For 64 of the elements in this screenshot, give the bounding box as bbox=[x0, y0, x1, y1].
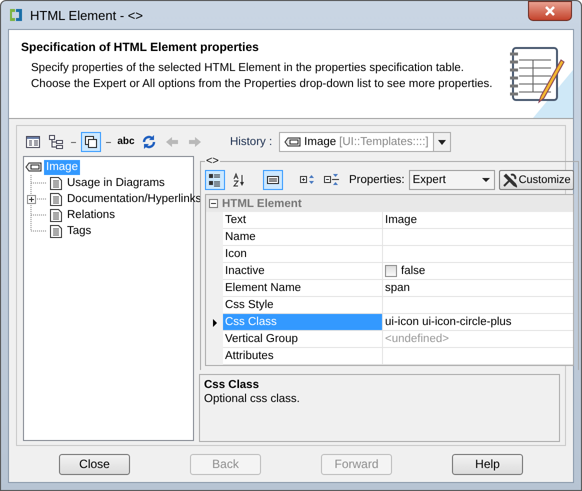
app-logo-icon bbox=[8, 7, 24, 23]
collapse-icon bbox=[323, 172, 339, 188]
value-cell[interactable] bbox=[383, 297, 573, 314]
group-header: HTML Element bbox=[222, 198, 302, 210]
back-arrow-icon bbox=[164, 134, 180, 150]
value-cell[interactable] bbox=[383, 229, 573, 246]
properties-dropdown[interactable]: Expert bbox=[408, 170, 495, 190]
checkbox[interactable] bbox=[385, 265, 397, 277]
history-label: History : bbox=[230, 136, 272, 148]
property-name[interactable]: Name bbox=[223, 229, 383, 246]
history-dropdown[interactable]: Image [UI::Templates::::] bbox=[279, 132, 452, 152]
list-button[interactable] bbox=[205, 170, 225, 190]
tree-item[interactable]: Tags bbox=[65, 224, 94, 238]
property-name[interactable]: Icon bbox=[223, 246, 383, 263]
tree-icon bbox=[48, 134, 64, 150]
value-cell[interactable]: false bbox=[383, 263, 573, 280]
value-cell[interactable] bbox=[383, 246, 573, 263]
close-window-button[interactable] bbox=[528, 1, 572, 21]
customize-button[interactable]: Customize bbox=[498, 170, 574, 190]
description-text: Optional css class. bbox=[204, 392, 301, 406]
property-name[interactable]: Element Name bbox=[223, 280, 383, 297]
forward-arrow-icon bbox=[187, 134, 203, 150]
dialog-button[interactable]: Help bbox=[452, 454, 523, 474]
property-value[interactable]: Image bbox=[383, 212, 573, 229]
document-icon bbox=[49, 224, 63, 238]
dialog-button[interactable]: Close bbox=[59, 454, 130, 474]
copy-button[interactable] bbox=[81, 132, 101, 152]
document-icon bbox=[49, 208, 63, 222]
property-value: false bbox=[401, 264, 426, 279]
expand-toggle[interactable] bbox=[27, 195, 36, 204]
group-toggle[interactable] bbox=[209, 199, 218, 208]
window-title: HTML Element - <> bbox=[30, 8, 143, 22]
table-icon bbox=[25, 134, 41, 150]
spell-check-button[interactable]: abc bbox=[116, 132, 136, 152]
header-description: Specify properties of the selected HTML Element in the properties specification table. Choose the Expert or All options from the Properties drop-down list to see more properties. bbox=[30, 61, 494, 92]
description-title: Css Class bbox=[204, 378, 260, 392]
description-button[interactable] bbox=[263, 170, 283, 190]
tree-button[interactable] bbox=[46, 132, 66, 152]
refresh-icon bbox=[141, 134, 157, 150]
dropdown-arrow-icon bbox=[482, 178, 490, 182]
document-icon bbox=[49, 176, 63, 190]
property-name[interactable]: Vertical Group bbox=[223, 331, 383, 348]
panel-title: <> bbox=[205, 156, 220, 166]
dropdown-arrow-icon bbox=[437, 138, 448, 146]
property-name[interactable]: Text bbox=[223, 212, 383, 229]
tree-item[interactable]: Documentation/Hyperlinks bbox=[65, 192, 204, 206]
property-value[interactable]: span bbox=[383, 280, 573, 297]
sort-icon bbox=[231, 172, 247, 188]
property-value[interactable]: ui-icon ui-icon-circle-plus bbox=[383, 314, 573, 331]
copy-icon bbox=[83, 134, 99, 150]
property-name[interactable]: Css Style bbox=[223, 297, 383, 314]
row-pointer-icon bbox=[212, 318, 216, 326]
property-name[interactable]: Attributes bbox=[223, 348, 383, 365]
element-icon bbox=[284, 135, 302, 149]
tree-item[interactable]: Usage in Diagrams bbox=[65, 176, 167, 190]
close-icon bbox=[544, 5, 556, 17]
tools-icon bbox=[502, 172, 517, 188]
tree-item[interactable]: Relations bbox=[65, 208, 117, 222]
value-cell[interactable] bbox=[383, 348, 573, 365]
property-name[interactable]: Inactive bbox=[223, 263, 383, 280]
properties-label: Properties: bbox=[349, 174, 405, 186]
list-icon bbox=[207, 172, 223, 188]
document-icon bbox=[49, 192, 63, 206]
header-title: Specification of HTML Element properties bbox=[21, 40, 260, 54]
